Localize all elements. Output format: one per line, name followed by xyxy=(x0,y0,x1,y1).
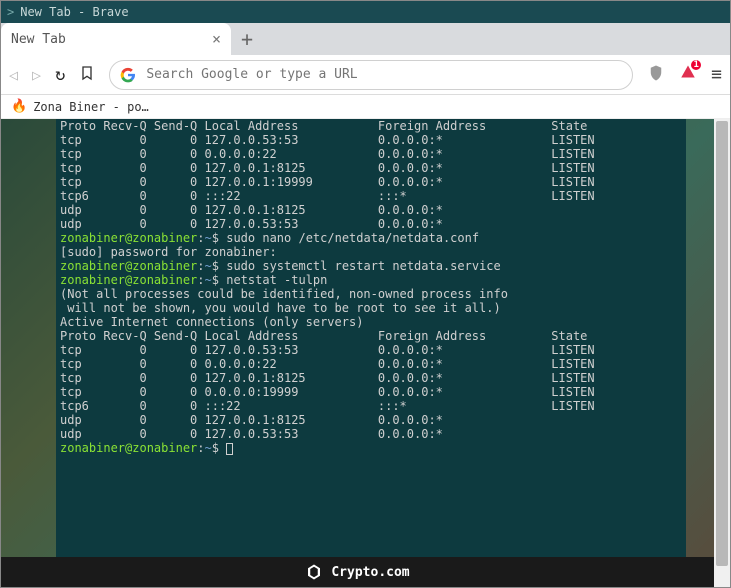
brave-shields-icon[interactable] xyxy=(647,64,665,86)
terminal-header: Proto Recv-Q Send-Q Local Address Foreig… xyxy=(60,119,587,133)
menu-button[interactable]: ≡ xyxy=(711,64,722,85)
footer-banner[interactable]: Crypto.com xyxy=(1,557,714,587)
table-row: tcp 0 0 127.0.0.1:8125 0.0.0.0:* LISTEN xyxy=(60,161,595,175)
scrollbar-thumb[interactable] xyxy=(716,121,728,566)
table-row: tcp 0 0 0.0.0.0:22 0.0.0.0:* LISTEN xyxy=(60,357,595,371)
table-row: tcp 0 0 0.0.0.0:19999 0.0.0.0:* LISTEN xyxy=(60,385,595,399)
prompt-userhost: zonabiner@zonabiner xyxy=(60,231,197,245)
crypto-logo-icon xyxy=(305,563,323,581)
browser-toolbar: ◁ ▷ ↻ 1 ≡ xyxy=(1,55,730,95)
tab-title: New Tab xyxy=(11,32,66,47)
bookmark-icon[interactable] xyxy=(79,65,95,85)
extension-badge: 1 xyxy=(691,60,701,70)
reload-button[interactable]: ↻ xyxy=(55,65,65,85)
terminal-cursor[interactable] xyxy=(226,443,233,455)
terminal-active: Active Internet connections (only server… xyxy=(60,315,363,329)
table-row: udp 0 0 127.0.0.1:8125 0.0.0.0:* xyxy=(60,203,443,217)
bookmarks-bar: 🔥 Zona Biner - po… xyxy=(1,95,730,119)
terminal-command: netstat -tulpn xyxy=(226,273,327,287)
forward-button[interactable]: ▷ xyxy=(32,66,41,84)
table-row: tcp 0 0 127.0.0.1:8125 0.0.0.0:* LISTEN xyxy=(60,371,595,385)
browser-tab[interactable]: New Tab × xyxy=(1,23,231,55)
window-title: New Tab - Brave xyxy=(20,5,128,19)
terminal-command: sudo nano /etc/netdata/netdata.conf xyxy=(226,231,479,245)
window-titlebar: > New Tab - Brave xyxy=(1,1,730,23)
titlebar-chevron-icon: > xyxy=(7,5,14,19)
table-row: tcp 0 0 127.0.0.53:53 0.0.0.0:* LISTEN xyxy=(60,133,595,147)
terminal-window: Proto Recv-Q Send-Q Local Address Foreig… xyxy=(56,119,686,559)
terminal-command: sudo systemctl restart netdata.service xyxy=(226,259,501,273)
scrollbar-track[interactable] xyxy=(714,119,730,587)
terminal-header: Proto Recv-Q Send-Q Local Address Foreig… xyxy=(60,329,587,343)
footer-text: Crypto.com xyxy=(331,565,409,580)
table-row: tcp 0 0 127.0.0.53:53 0.0.0.0:* LISTEN xyxy=(60,343,595,357)
table-row: tcp 0 0 127.0.0.1:19999 0.0.0.0:* LISTEN xyxy=(60,175,595,189)
bookmark-item[interactable]: Zona Biner - po… xyxy=(33,100,149,114)
table-row: udp 0 0 127.0.0.53:53 0.0.0.0:* xyxy=(60,217,443,231)
extension-icon[interactable]: 1 xyxy=(679,64,697,86)
search-input[interactable] xyxy=(146,67,622,82)
table-row: tcp 0 0 0.0.0.0:22 0.0.0.0:* LISTEN xyxy=(60,147,595,161)
back-button[interactable]: ◁ xyxy=(9,66,18,84)
table-row: udp 0 0 127.0.0.53:53 0.0.0.0:* xyxy=(60,427,443,441)
table-row: tcp6 0 0 :::22 :::* LISTEN xyxy=(60,399,595,413)
table-row: tcp6 0 0 :::22 :::* LISTEN xyxy=(60,189,595,203)
tab-strip: New Tab × + xyxy=(1,23,730,55)
sudo-prompt: [sudo] password for zonabiner: xyxy=(60,245,277,259)
close-icon[interactable]: × xyxy=(212,30,221,48)
table-row: udp 0 0 127.0.0.1:8125 0.0.0.0:* xyxy=(60,413,443,427)
google-icon xyxy=(120,67,136,83)
address-bar[interactable] xyxy=(109,60,633,90)
terminal-note: (Not all processes could be identified, … xyxy=(60,287,508,301)
page-content: Proto Recv-Q Send-Q Local Address Foreig… xyxy=(1,119,730,587)
new-tab-button[interactable]: + xyxy=(241,27,253,51)
terminal-note: will not be shown, you would have to be … xyxy=(60,301,501,315)
bookmark-favicon-icon: 🔥 xyxy=(11,99,27,114)
